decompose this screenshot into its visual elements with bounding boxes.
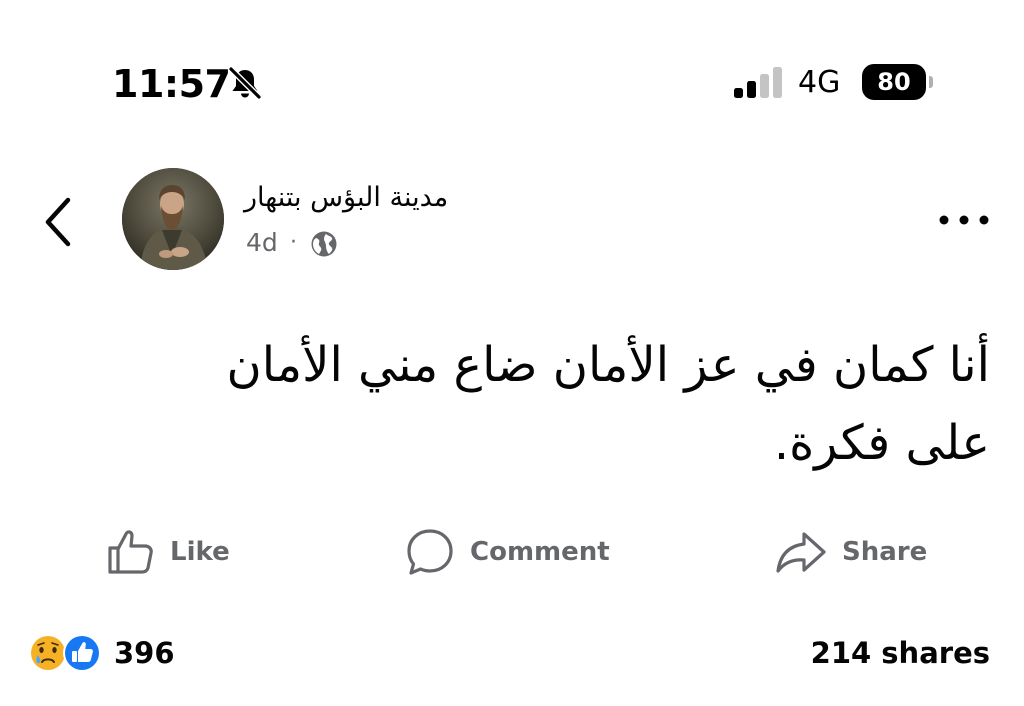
- share-button[interactable]: Share: [774, 522, 927, 582]
- like-reaction-icon: [63, 634, 101, 672]
- post-time[interactable]: 4d: [246, 226, 278, 260]
- comment-button[interactable]: Comment: [404, 522, 610, 582]
- post-text: أنا كمان في عز الأمان ضاع مني الأمان على…: [90, 326, 991, 482]
- battery-icon: 80: [862, 64, 926, 100]
- reactions-summary[interactable]: 396: [28, 628, 175, 678]
- status-time: 11:57: [112, 62, 231, 106]
- network-label: 4G: [798, 65, 841, 100]
- globe-icon[interactable]: [310, 230, 338, 258]
- signal-bars-icon: [734, 67, 782, 98]
- meta-separator: ·: [290, 230, 297, 255]
- author-name[interactable]: مدينة البؤس بتنهار: [244, 178, 504, 218]
- comment-bubble-icon: [407, 529, 453, 575]
- like-button[interactable]: Like: [104, 522, 230, 582]
- post-text-line: أنا كمان في عز الأمان ضاع مني الأمان: [226, 337, 991, 393]
- like-label: Like: [170, 537, 230, 567]
- more-options-icon[interactable]: [934, 200, 994, 240]
- back-chevron-icon[interactable]: [36, 190, 84, 254]
- shares-count[interactable]: 214 shares: [811, 630, 990, 676]
- status-bar: 11:57 4G 80: [0, 0, 1024, 130]
- bell-slash-icon: [228, 66, 262, 100]
- comment-label: Comment: [470, 537, 610, 567]
- share-label: Share: [842, 537, 928, 567]
- thumbs-up-icon: [108, 530, 153, 574]
- battery-cap: [929, 76, 933, 88]
- author-avatar[interactable]: [122, 168, 224, 270]
- post-text-line: على فكرة.: [773, 415, 990, 471]
- share-arrow-icon: [776, 532, 826, 573]
- reaction-count: 396: [114, 636, 175, 670]
- portrait-image: [122, 168, 224, 270]
- battery-level: 80: [877, 68, 911, 96]
